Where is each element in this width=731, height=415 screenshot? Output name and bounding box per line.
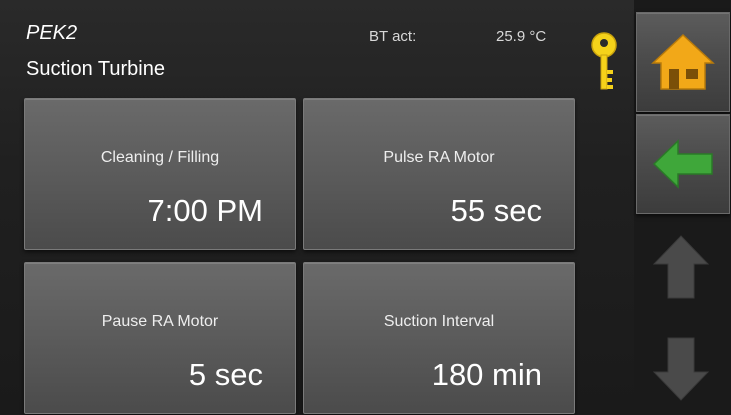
bt-act-value: 25.9 °C xyxy=(496,28,547,45)
screen: PEK2 Suction Turbine BT act: 25.9 °C Cle… xyxy=(0,0,731,415)
tile-cleaning-filling[interactable]: Cleaning / Filling 7:00 PM xyxy=(24,98,296,250)
header: PEK2 Suction Turbine BT act: 25.9 °C xyxy=(0,0,634,96)
home-button[interactable] xyxy=(636,12,730,112)
tile-value: 180 min xyxy=(431,357,542,392)
page-title: Suction Turbine xyxy=(26,58,165,80)
arrow-left-icon xyxy=(652,139,713,189)
bt-act-label: BT act: xyxy=(369,28,417,45)
key-icon xyxy=(591,32,617,90)
tile-value: 7:00 PM xyxy=(147,193,263,228)
tile-label: Suction Interval xyxy=(383,313,495,330)
back-button[interactable] xyxy=(636,114,730,214)
tile-value: 5 sec xyxy=(188,357,263,392)
home-icon xyxy=(651,33,715,90)
sidebar xyxy=(634,0,731,415)
tile-suction-interval[interactable]: Suction Interval 180 min xyxy=(303,262,575,414)
arrow-up-icon[interactable] xyxy=(650,234,712,300)
tile-label: Cleaning / Filling xyxy=(100,149,220,166)
tile-label: Pulse RA Motor xyxy=(383,149,495,166)
arrow-down-icon[interactable] xyxy=(650,336,712,402)
tile-value: 55 sec xyxy=(450,193,542,228)
tile-pause-ra-motor[interactable]: Pause RA Motor 5 sec xyxy=(24,262,296,414)
tile-label: Pause RA Motor xyxy=(101,313,219,330)
device-name: PEK2 xyxy=(26,22,78,44)
tile-pulse-ra-motor[interactable]: Pulse RA Motor 55 sec xyxy=(303,98,575,250)
